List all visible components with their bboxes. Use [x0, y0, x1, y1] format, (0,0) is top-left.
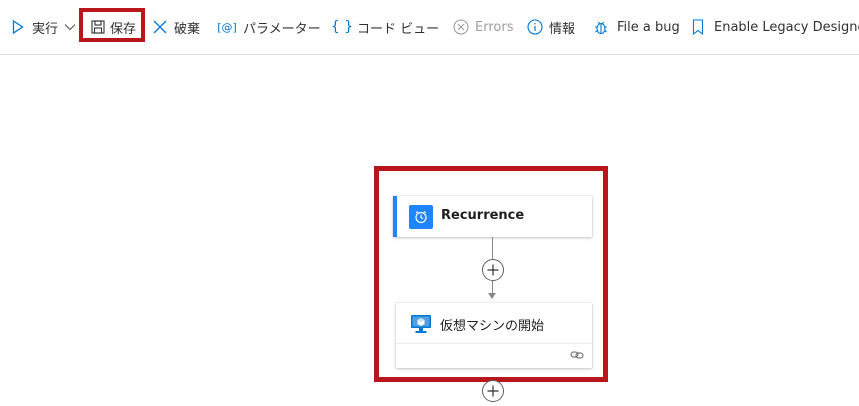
- discard-button[interactable]: 破棄: [152, 13, 200, 41]
- card-divider: [396, 343, 592, 344]
- parameters-label: パラメーター: [243, 21, 321, 37]
- recurrence-title: Recurrence: [441, 208, 525, 223]
- run-dropdown-button[interactable]: [64, 13, 76, 41]
- errors-button[interactable]: Errors: [453, 13, 513, 41]
- info-button[interactable]: 情報: [527, 13, 575, 41]
- run-button[interactable]: 実行: [10, 13, 58, 41]
- info-label: 情報: [549, 21, 576, 37]
- recurrence-trigger-card[interactable]: Recurrence: [393, 196, 592, 237]
- add-step-bottom-button[interactable]: [482, 380, 504, 402]
- plus-icon: [487, 385, 499, 397]
- close-icon: [152, 19, 168, 35]
- file-bug-label: File a bug: [617, 19, 680, 35]
- discard-label: 破棄: [174, 21, 201, 37]
- chevron-down-icon: [64, 20, 76, 35]
- start-vm-action-card[interactable]: 仮想マシンの開始: [396, 303, 592, 368]
- code-view-label: コード ビュー: [357, 21, 440, 37]
- code-view-button[interactable]: { } コード ビュー: [330, 13, 440, 41]
- add-step-button[interactable]: [482, 259, 504, 281]
- connector-line-top: [492, 237, 493, 259]
- clock-icon: [409, 205, 433, 229]
- play-icon: [10, 19, 26, 35]
- save-highlight-box: [79, 8, 145, 42]
- start-vm-title: 仮想マシンの開始: [440, 319, 545, 334]
- bookmark-icon: [690, 19, 706, 35]
- connector-arrow-icon: [488, 293, 496, 299]
- file-bug-button[interactable]: File a bug: [593, 13, 680, 41]
- enable-legacy-designer-button[interactable]: Enable Legacy Designer: [690, 13, 859, 41]
- link-icon[interactable]: [570, 348, 584, 362]
- bug-icon: [593, 19, 609, 35]
- virtual-machine-icon: [409, 312, 433, 336]
- plus-icon: [487, 264, 499, 276]
- braces-icon: { }: [330, 19, 354, 35]
- parameters-button[interactable]: [@] パラメーター: [217, 13, 321, 41]
- run-label: 実行: [32, 21, 59, 37]
- parameters-icon: [@]: [217, 20, 237, 34]
- errors-label: Errors: [475, 19, 514, 35]
- info-icon: [527, 19, 543, 35]
- enable-legacy-designer-label: Enable Legacy Designer: [714, 19, 859, 35]
- error-circle-icon: [453, 19, 469, 35]
